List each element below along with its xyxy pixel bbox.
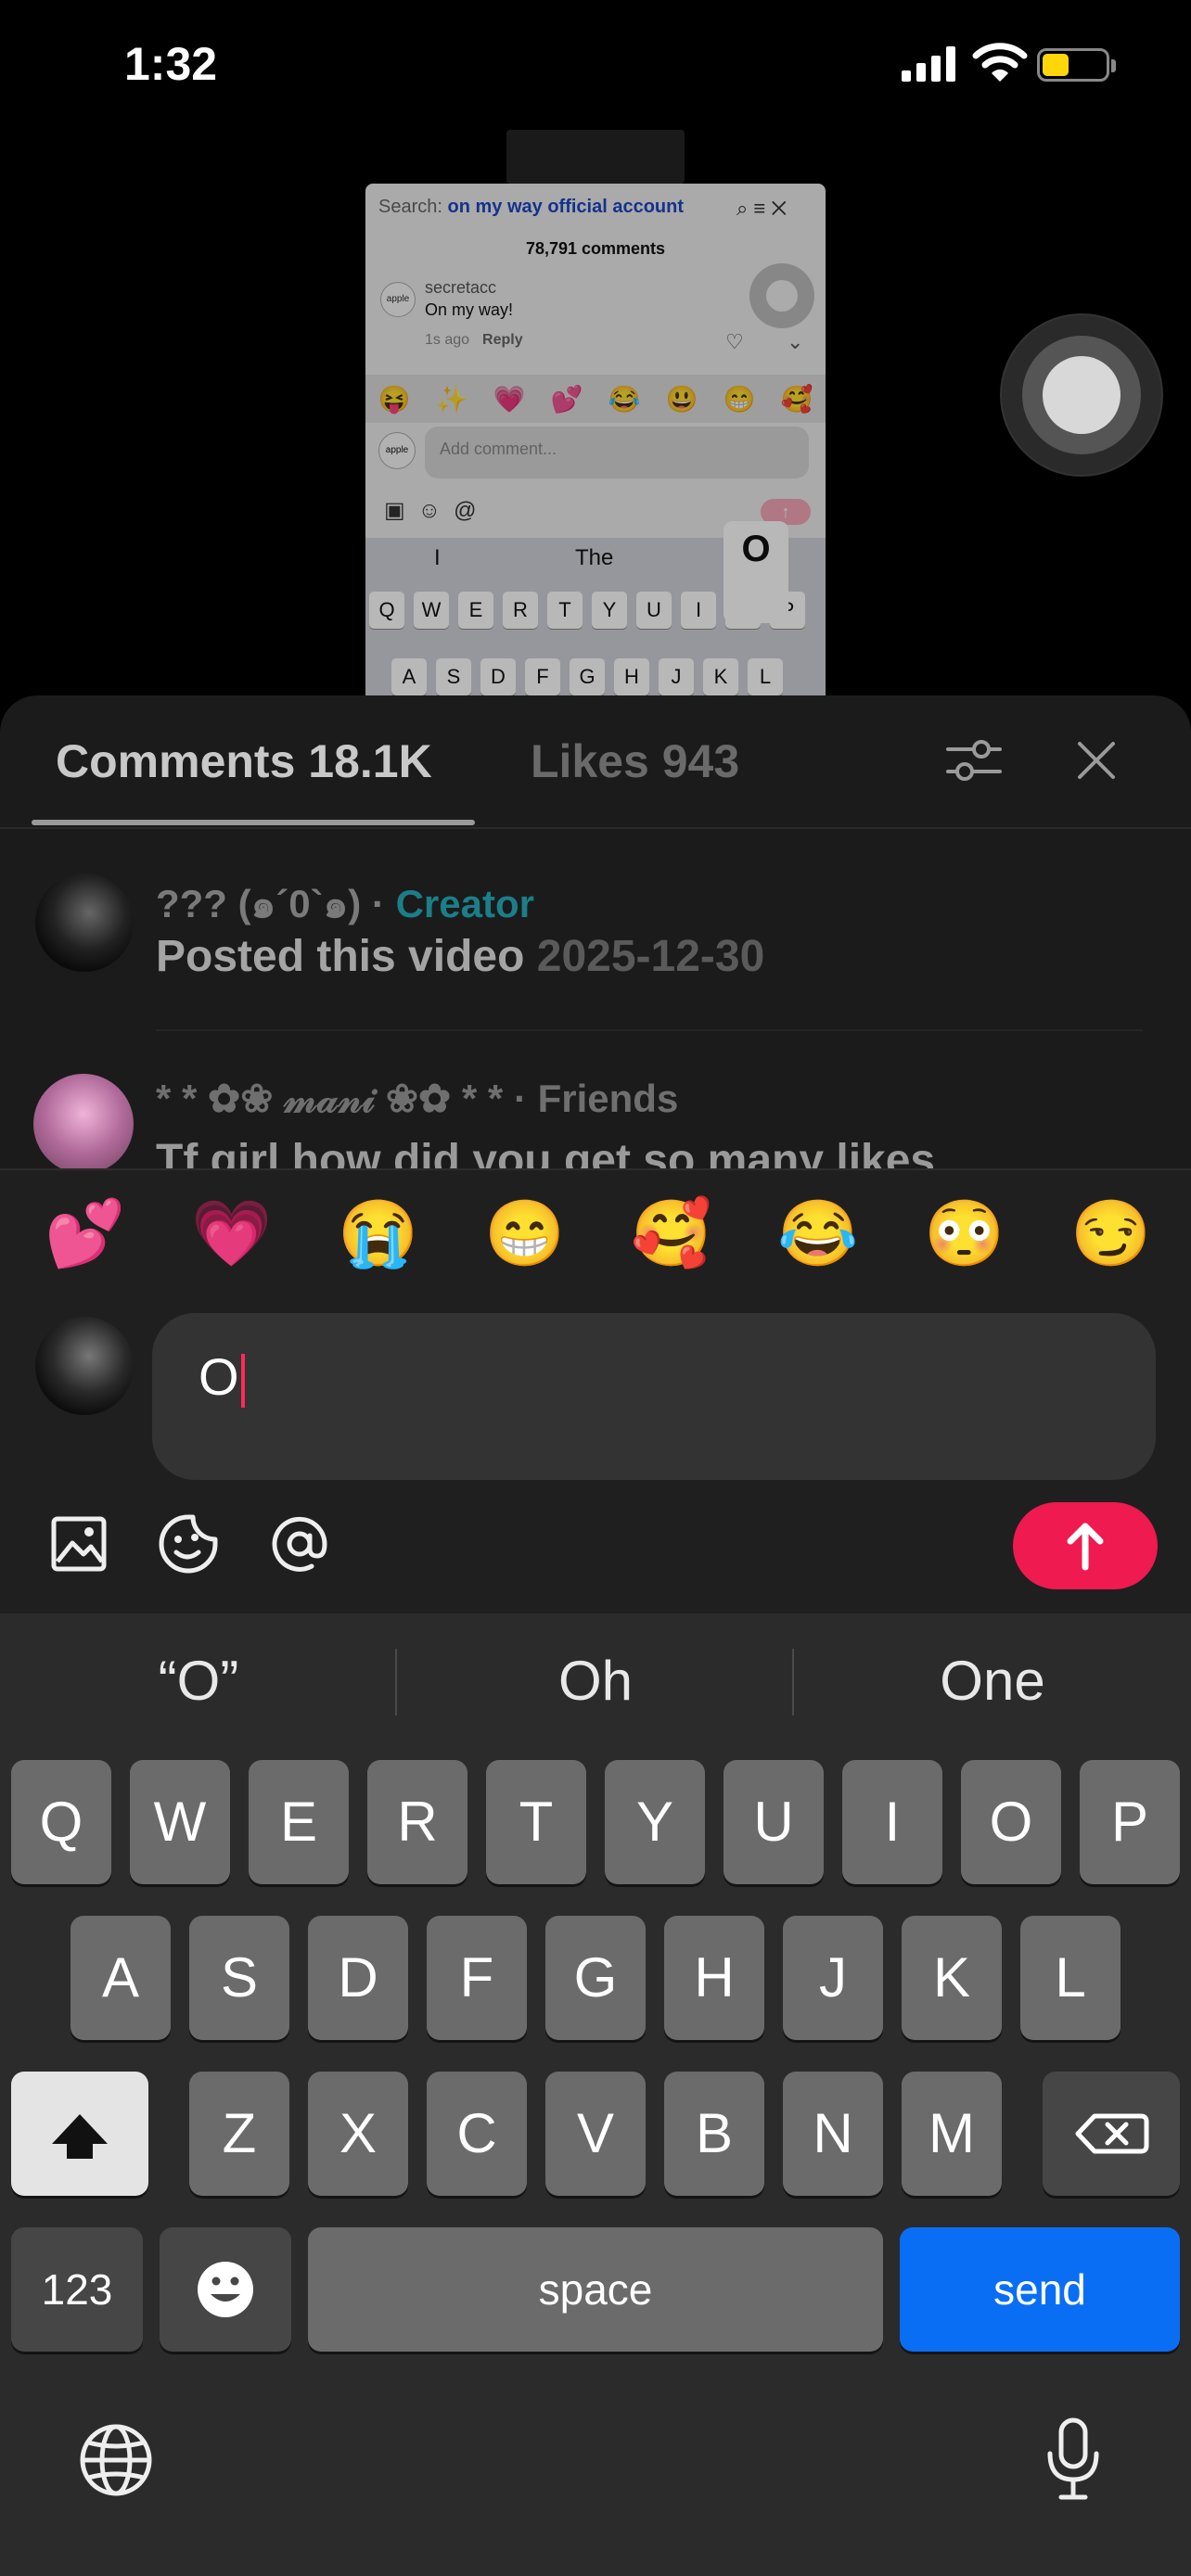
space-key[interactable]: space [308,2227,883,2352]
wifi-icon [972,43,1028,82]
comment-input[interactable]: O [152,1313,1156,1480]
emoji-button[interactable]: 😏 [1070,1194,1151,1272]
key-v[interactable]: V [545,2072,646,2196]
key-f[interactable]: F [427,1916,527,2040]
key-o[interactable]: O [961,1760,1061,1884]
suggestion-1[interactable]: “O” [0,1649,397,1713]
tab-comments[interactable]: Comments 18.1K [56,734,432,788]
battery-level [1043,54,1069,76]
battery-cap [1111,59,1116,72]
key-w[interactable]: W [130,1760,230,1884]
key-s[interactable]: S [189,1916,289,2040]
key-c[interactable]: C [427,2072,527,2196]
key-e[interactable]: E [249,1760,349,1884]
assistive-touch-dot [1043,356,1121,434]
emoji-button[interactable]: 😳 [924,1194,1005,1272]
key-x[interactable]: X [308,2072,408,2196]
key-r[interactable]: R [367,1760,467,1884]
key-k[interactable]: K [902,1916,1002,2040]
key-y[interactable]: Y [605,1760,705,1884]
key-u[interactable]: U [724,1760,824,1884]
key-d[interactable]: D [308,1916,408,2040]
key-p[interactable]: P [1080,1760,1180,1884]
key-m[interactable]: M [902,2072,1002,2196]
suggestion-3[interactable]: One [794,1649,1191,1713]
comment-author-name: * * ✿❀ 𝓂𝒶𝓃𝒾 ❀✿ * * [156,1077,504,1120]
filter-icon[interactable] [944,734,1004,786]
key-j[interactable]: J [783,1916,883,2040]
numbers-key[interactable]: 123 [11,2227,143,2352]
send-comment-button[interactable] [1013,1502,1158,1589]
preview-thumbnail-top [506,130,685,184]
comment-author: * * ✿❀ 𝓂𝒶𝓃𝒾 ❀✿ * * · Friends [156,1076,678,1122]
microphone-icon[interactable] [1044,2417,1102,2502]
comment-text: Posted this video 2025-12-30 [156,931,764,982]
emoji-button[interactable]: 😭 [338,1194,418,1272]
keyboard-send-key[interactable]: send [900,2227,1180,2352]
suggestion-2[interactable]: Oh [397,1649,794,1713]
avatar[interactable] [35,874,134,972]
key-l[interactable]: L [1020,1916,1121,2040]
emoji-button[interactable]: 💕 [45,1194,125,1272]
shift-key[interactable] [11,2072,148,2196]
image-icon[interactable] [46,1511,111,1576]
creator-badge: Creator [395,882,534,925]
tabs-divider [0,827,1191,829]
smiley-icon [198,2262,253,2317]
composer-divider [0,1168,1191,1170]
emoji-button[interactable]: 😁 [484,1194,565,1272]
comment-divider [156,1029,1143,1031]
key-b[interactable]: B [664,2072,764,2196]
close-icon[interactable] [1072,736,1121,784]
my-avatar [35,1317,134,1415]
tab-active-indicator [32,820,475,825]
backspace-icon [1075,2113,1149,2154]
globe-icon[interactable] [78,2422,154,2498]
key-h[interactable]: H [664,1916,764,2040]
key-n[interactable]: N [783,2072,883,2196]
comment-date: 2025-12-30 [536,932,765,981]
text-caret [240,1354,245,1409]
key-g[interactable]: G [545,1916,646,2040]
comment-author: ??? (๑´0`๑) · Creator [156,874,534,935]
key-i[interactable]: I [842,1760,942,1884]
friends-badge: Friends [537,1077,679,1120]
mention-icon[interactable] [267,1511,332,1576]
comment-body: Posted this video [156,932,525,981]
backspace-key[interactable] [1043,2072,1180,2196]
key-t[interactable]: T [486,1760,586,1884]
avatar[interactable] [33,1074,134,1174]
emoji-button[interactable]: 😂 [777,1194,858,1272]
emoji-button[interactable]: 💗 [191,1194,272,1272]
arrow-up-icon [1067,1523,1104,1571]
comment-input-value: O [198,1347,239,1406]
key-q[interactable]: Q [11,1760,111,1884]
tab-likes[interactable]: Likes 943 [531,734,739,788]
comment-author-separator: · [361,882,396,925]
shift-icon [52,2114,108,2159]
preview-dim-overlay [365,184,826,695]
comment-author-separator: · [503,1077,538,1120]
emoji-button[interactable]: 🥰 [631,1194,711,1272]
sticker-icon[interactable] [156,1511,221,1576]
cellular-signal-icon [902,45,959,82]
comment-author-name: ??? (๑´0`๑) [156,882,362,925]
key-z[interactable]: Z [189,2072,289,2196]
emoji-key[interactable] [160,2227,291,2352]
status-time: 1:32 [124,38,218,90]
quick-emoji-row: 💕 💗 😭 😁 🥰 😂 😳 😏 [45,1194,1151,1272]
key-a[interactable]: A [70,1916,171,2040]
